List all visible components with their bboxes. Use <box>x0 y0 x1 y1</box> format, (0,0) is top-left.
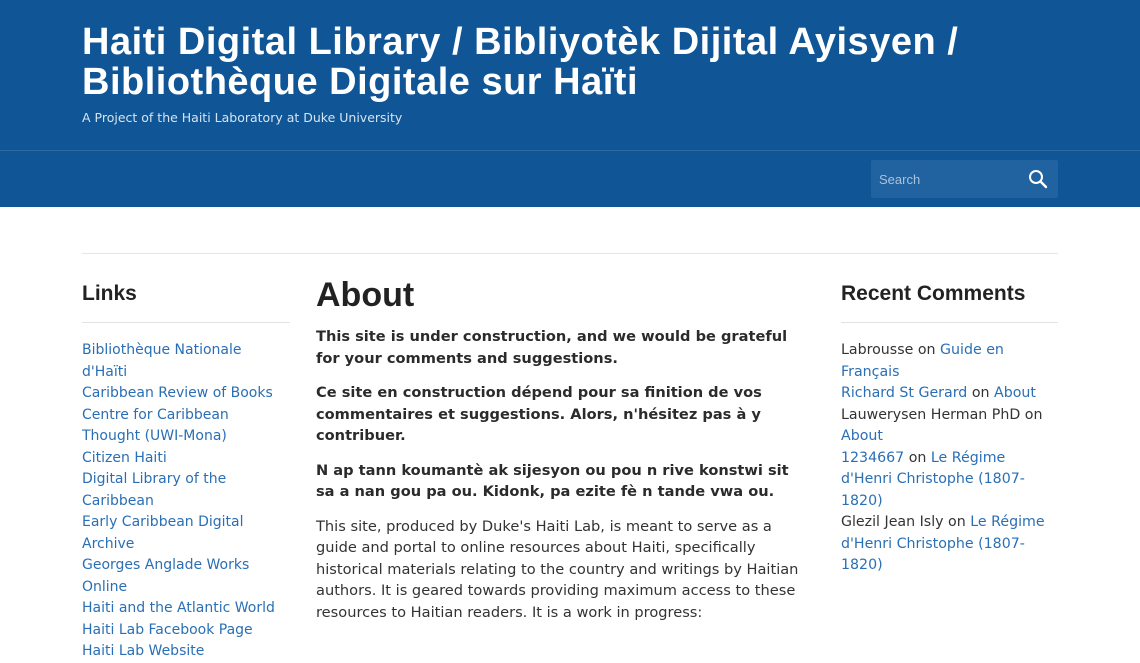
links-sidebar: Links Bibliothèque Nationale d'Haïti Cari… <box>82 282 290 663</box>
recent-comments-sidebar: Recent Comments Labrousse on Guide en Fr… <box>841 282 1058 577</box>
notice-creole: N ap tann koumantè ak sijesyon ou pou n … <box>316 461 789 501</box>
sidebar-link[interactable]: Caribbean Review of Books <box>82 385 273 401</box>
sidebar-link[interactable]: Centre for Caribbean Thought (UWI-Mona) <box>82 407 229 445</box>
sidebar-link[interactable]: Early Caribbean Digital Archive <box>82 514 244 552</box>
comment-on-label: on <box>971 385 990 401</box>
site-tagline: A Project of the Haiti Laboratory at Duk… <box>82 110 403 125</box>
comment-item: Richard St Gerard on About <box>841 383 1058 405</box>
notice-english: This site is under construction, and we … <box>316 328 788 367</box>
list-item: Bibliothèque Nationale d'Haïti <box>82 340 290 383</box>
site-header: Haiti Digital Library / Bibliyotèk Dijit… <box>0 0 1140 150</box>
list-item: Haiti Lab Website <box>82 641 290 663</box>
links-list: Bibliothèque Nationale d'Haïti Caribbean … <box>82 340 290 663</box>
recent-comments-title: Recent Comments <box>841 282 1058 323</box>
sidebar-link[interactable]: Citizen Haiti <box>82 450 167 466</box>
comment-author: Labrousse <box>841 342 914 358</box>
comment-author: Lauwerysen Herman PhD <box>841 406 1021 423</box>
search-input[interactable] <box>871 160 1021 198</box>
page-title: About <box>316 276 415 314</box>
sidebar-link[interactable]: Haiti Lab Website <box>82 643 204 659</box>
notice-french: Ce site en construction dépend pour sa f… <box>316 384 762 444</box>
search-icon[interactable] <box>1028 169 1048 189</box>
list-item: Georges Anglade Works Online <box>82 555 290 598</box>
comment-on-label: on <box>1024 406 1043 423</box>
content-divider <box>82 253 1058 254</box>
comment-post-link[interactable]: About <box>841 428 883 444</box>
list-item: Haiti Lab Facebook Page <box>82 620 290 642</box>
main-content: About This site is under construction, a… <box>316 276 812 636</box>
list-item: Centre for Caribbean Thought (UWI-Mona) <box>82 405 290 448</box>
comment-on-label: on <box>917 342 936 358</box>
links-title: Links <box>82 282 290 323</box>
sidebar-link[interactable]: Georges Anglade Works Online <box>82 557 249 595</box>
comment-item: Labrousse on Guide en Français <box>841 340 1058 383</box>
sidebar-link[interactable]: Digital Library of the Caribbean <box>82 471 226 509</box>
comment-on-label: on <box>908 449 927 466</box>
comment-author: Glezil Jean Isly <box>841 514 944 530</box>
comment-item: Lauwerysen Herman PhD on About <box>841 405 1058 448</box>
comment-author[interactable]: 1234667 <box>841 450 904 466</box>
comment-post-link[interactable]: About <box>994 385 1036 401</box>
comment-author[interactable]: Richard St Gerard <box>841 385 967 401</box>
comment-item: Glezil Jean Isly on Le Régime d'Henri Ch… <box>841 512 1058 577</box>
list-item: Caribbean Review of Books <box>82 383 290 405</box>
comment-item: 1234667 on Le Régime d'Henri Christophe … <box>841 448 1058 513</box>
site-title[interactable]: Haiti Digital Library / Bibliyotèk Dijit… <box>82 22 1058 102</box>
comment-on-label: on <box>948 514 966 530</box>
list-item: Citizen Haiti <box>82 448 290 470</box>
about-paragraph: This site, produced by Duke's Haiti Lab,… <box>316 517 799 621</box>
sidebar-link[interactable]: Bibliothèque Nationale d'Haïti <box>82 342 241 380</box>
sidebar-link[interactable]: Haiti and the Atlantic World <box>82 600 275 616</box>
sidebar-link[interactable]: Haiti Lab Facebook Page <box>82 622 253 638</box>
list-item: Early Caribbean Digital Archive <box>82 512 290 555</box>
recent-comments-list: Labrousse on Guide en Français Richard St… <box>841 340 1058 577</box>
list-item: Haiti and the Atlantic World <box>82 598 290 620</box>
navbar <box>0 150 1140 207</box>
search-form <box>871 160 1058 198</box>
list-item: Digital Library of the Caribbean <box>82 469 290 512</box>
